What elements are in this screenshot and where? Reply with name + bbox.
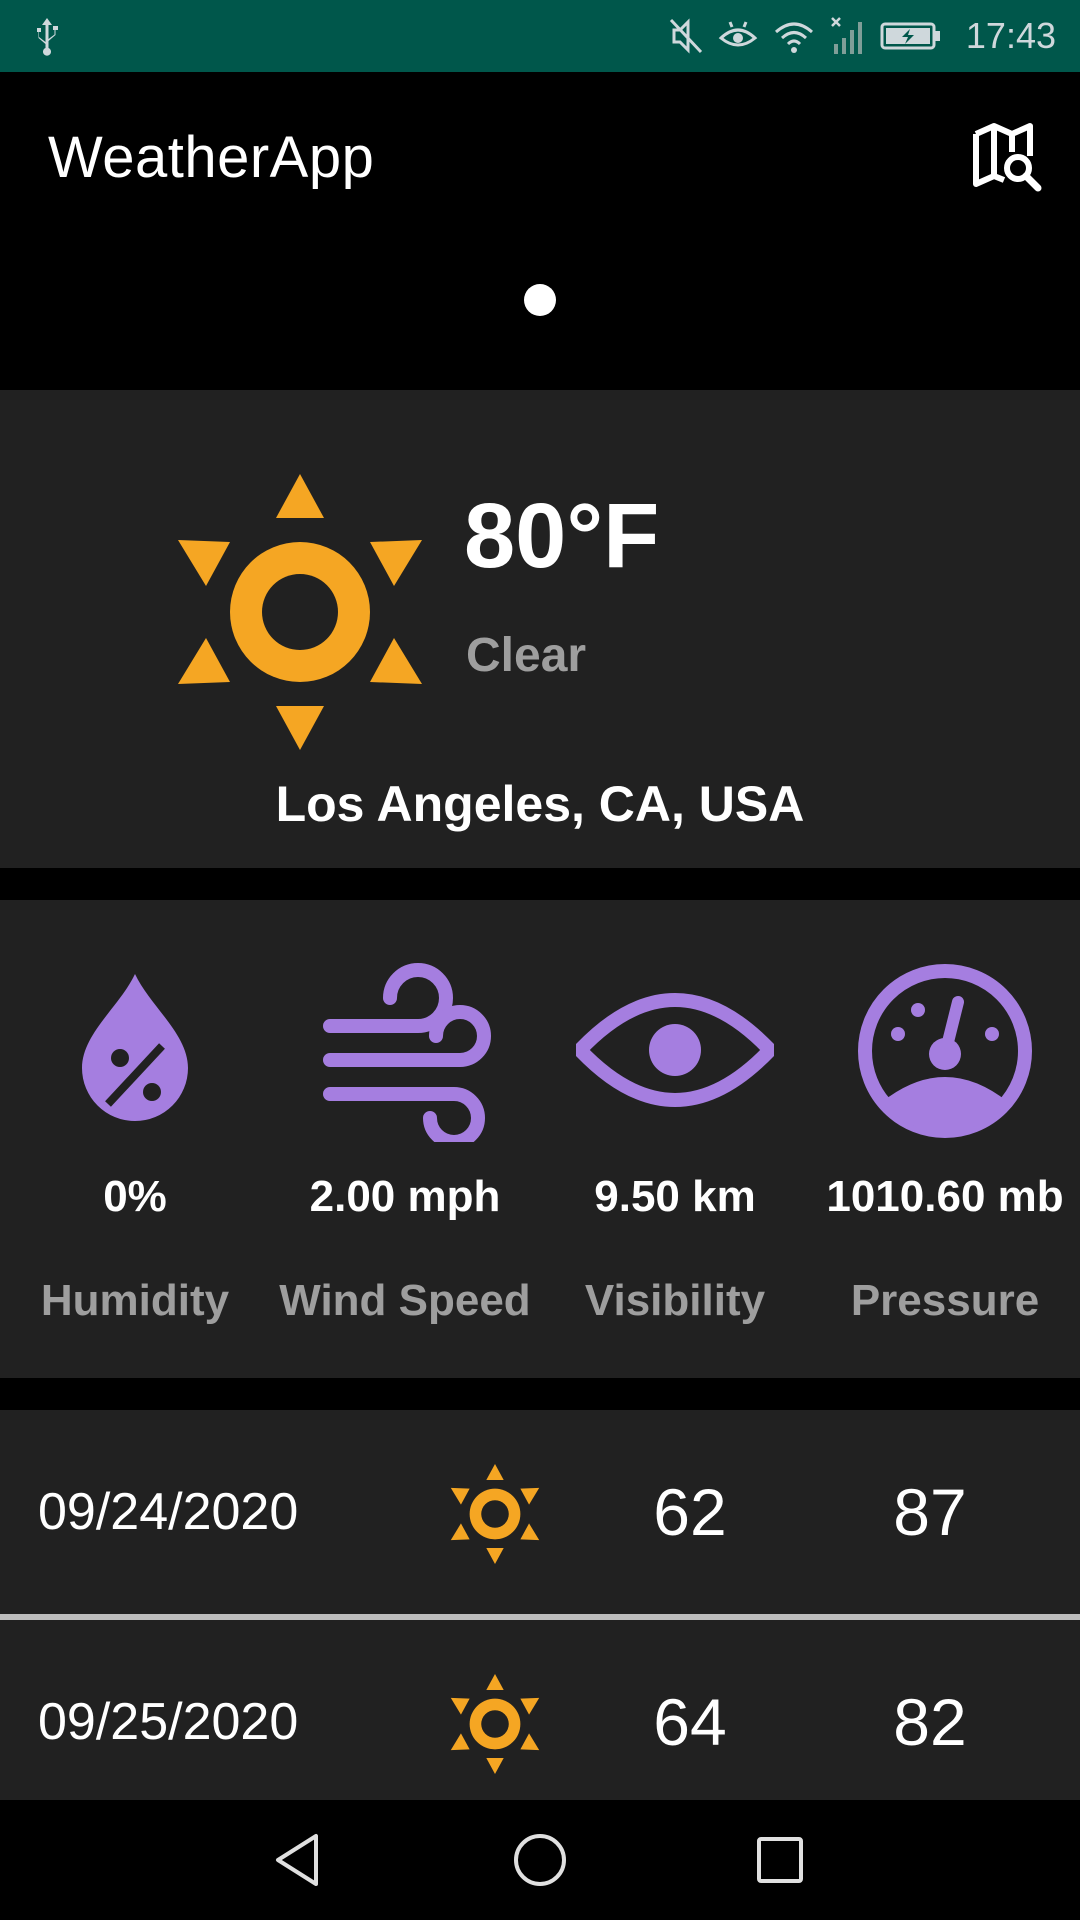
signal-icon — [831, 17, 862, 54]
location-name: Los Angeles, CA, USA — [275, 776, 805, 832]
forecast-high-temp: 87 — [893, 1475, 967, 1549]
wind-icon — [323, 963, 491, 1142]
wind-speed-value: 2.00 mph — [309, 1172, 501, 1221]
forecast-high-temp: 82 — [893, 1685, 967, 1759]
page-indicator-dot — [524, 284, 556, 316]
map-search-button[interactable] — [972, 122, 1042, 192]
weather-condition: Clear — [466, 629, 587, 682]
stat-visibility: 9.50 km Visibility — [540, 900, 810, 1378]
map-search-icon — [973, 123, 1042, 192]
forecast-low-temp: 62 — [653, 1475, 727, 1549]
humidity-label: Humidity — [40, 1276, 230, 1325]
status-bar: 17:43 — [0, 0, 1080, 72]
weather-stats-card: 0% Humidity 2.00 mph Wind Speed 9.50 km … — [0, 900, 1080, 1378]
pressure-gauge-icon — [858, 964, 1032, 1138]
usb-icon — [37, 18, 58, 56]
mute-icon — [669, 18, 703, 54]
humidity-value: 0% — [103, 1172, 167, 1221]
forecast-row[interactable]: 09/24/2020 62 87 — [0, 1410, 1080, 1620]
forecast-row[interactable]: 09/25/2020 64 82 — [0, 1620, 1080, 1800]
recents-button[interactable] — [750, 1830, 810, 1890]
stat-wind-speed: 2.00 mph Wind Speed — [270, 900, 540, 1378]
forecast-list: 09/24/2020 62 87 09/25/2020 64 82 — [0, 1410, 1080, 1800]
current-temperature: 80°F — [464, 485, 660, 587]
sun-icon — [450, 1674, 540, 1774]
home-icon — [514, 1834, 566, 1886]
app-title: WeatherApp — [48, 125, 375, 190]
forecast-date: 09/24/2020 — [38, 1483, 299, 1541]
back-button[interactable] — [270, 1830, 330, 1890]
status-icons — [668, 14, 942, 58]
wind-speed-label: Wind Speed — [279, 1276, 531, 1325]
eye-comfort-icon — [718, 21, 758, 47]
humidity-icon — [82, 974, 188, 1121]
wifi-icon — [775, 22, 813, 53]
status-time: 17:43 — [965, 15, 1056, 56]
visibility-icon — [576, 993, 774, 1107]
stat-humidity: 0% Humidity — [0, 900, 270, 1378]
visibility-value: 9.50 km — [594, 1172, 756, 1221]
sun-icon — [178, 474, 422, 750]
app-bar: WeatherApp — [0, 72, 1080, 390]
home-button[interactable] — [510, 1830, 570, 1890]
battery-charging-icon — [880, 22, 940, 50]
stat-pressure: 1010.60 mb Pressure — [810, 900, 1080, 1378]
sun-icon — [450, 1464, 540, 1564]
pressure-label: Pressure — [850, 1276, 1040, 1325]
visibility-label: Visibility — [584, 1276, 766, 1325]
current-weather-card: 80°F Clear Los Angeles, CA, USA — [0, 390, 1080, 868]
forecast-date: 09/25/2020 — [38, 1693, 299, 1751]
pressure-value: 1010.60 mb — [826, 1172, 1064, 1221]
back-icon — [276, 1834, 318, 1886]
forecast-low-temp: 64 — [653, 1685, 727, 1759]
recents-icon — [757, 1837, 803, 1883]
system-navigation-bar — [0, 1800, 1080, 1920]
